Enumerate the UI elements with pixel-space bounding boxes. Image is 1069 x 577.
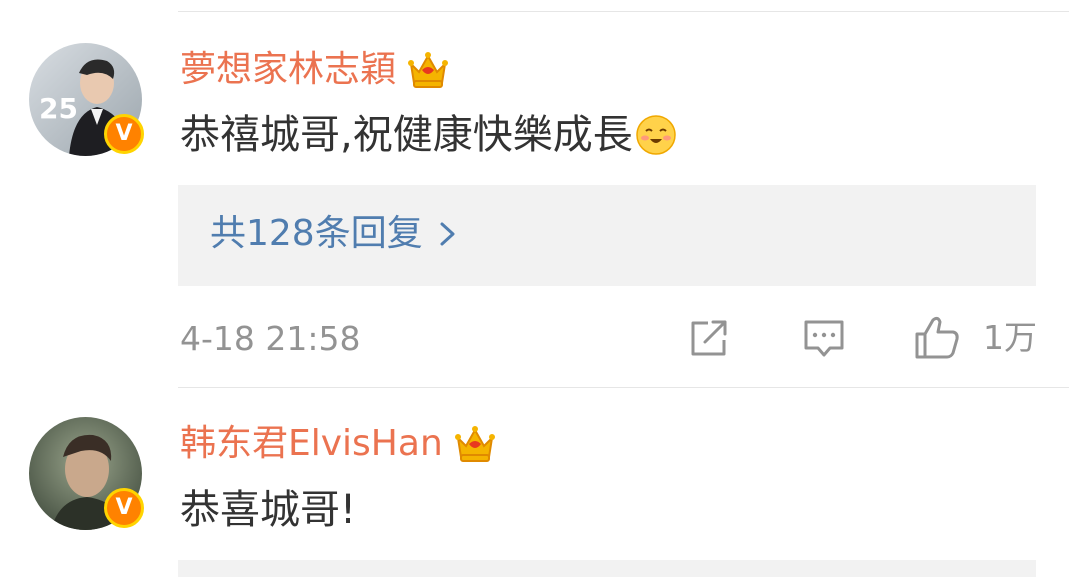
- comment-username[interactable]: 夢想家林志穎: [180, 50, 450, 90]
- comment-icon: [804, 320, 844, 357]
- avatar[interactable]: V: [29, 417, 144, 530]
- comment-text: 恭禧城哥,祝健康快樂成長: [180, 114, 677, 156]
- share-button[interactable]: [688, 318, 732, 358]
- replies-box[interactable]: 共128条回复: [178, 185, 1036, 286]
- replies-box[interactable]: [178, 560, 1036, 577]
- comment-text: 恭喜城哥!: [180, 487, 357, 533]
- comment-button[interactable]: [802, 318, 846, 360]
- view-replies-link[interactable]: 共128条回复: [210, 216, 459, 252]
- like-button[interactable]: 1万: [913, 314, 1037, 360]
- crown-icon: [408, 52, 449, 88]
- like-icon: [915, 316, 959, 359]
- verified-v-icon: V: [104, 488, 144, 528]
- verified-v-icon: V: [104, 114, 144, 154]
- smiling-blush-emoji-icon: [635, 115, 676, 155]
- comment-feed: 25 V 夢想家林志穎 恭禧城哥,祝健康快樂成長 共128条回复 4-18 21…: [0, 0, 1069, 577]
- comment-timestamp: 4-18 21:58: [180, 319, 361, 358]
- avatar[interactable]: 25 V: [29, 43, 144, 156]
- share-icon: [691, 320, 727, 356]
- crown-icon: [454, 426, 495, 462]
- comment-username[interactable]: 韩东君ElvisHan: [180, 424, 497, 464]
- avatar-25-label: 25: [39, 92, 78, 125]
- like-count: 1万: [983, 317, 1037, 357]
- comment-divider: [178, 387, 1069, 388]
- chevron-right-icon: [440, 222, 455, 246]
- top-divider: [178, 11, 1069, 12]
